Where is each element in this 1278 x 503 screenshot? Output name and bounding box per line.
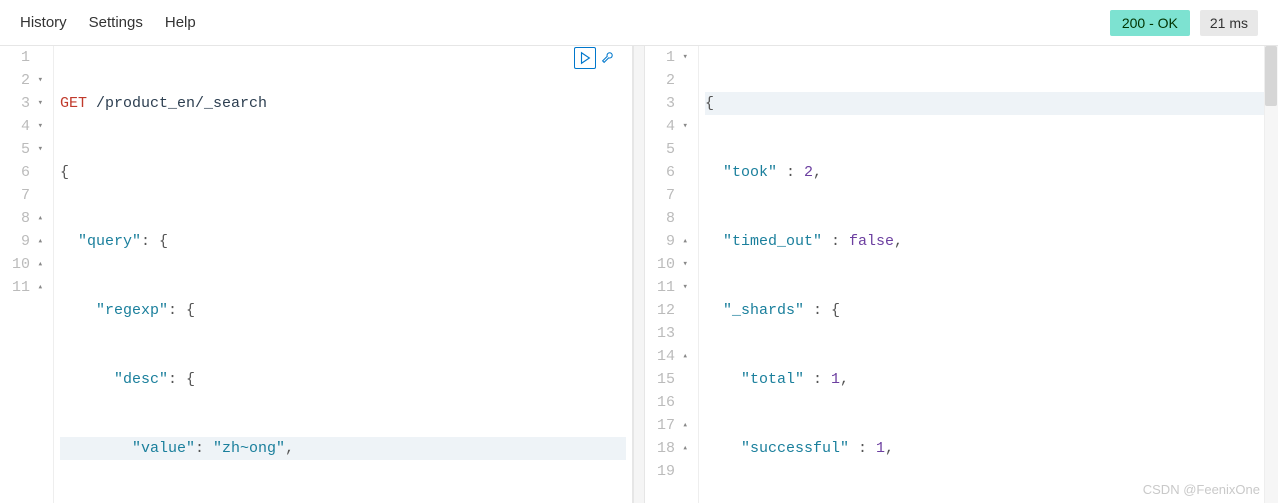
pane-divider[interactable] xyxy=(633,46,645,503)
split-panes: 1 2▾ 3▾ 4▾ 5▾ 6 7 8▴ 9▴ 10▴ 11▴ GET /pro… xyxy=(0,46,1278,503)
editor-actions xyxy=(574,46,618,69)
response-gutter: 1▾ 2 3 4▾ 5 6 7 8 9▴ 10▾ 11▾ 12 13 14▴ 1… xyxy=(645,46,699,503)
main-menu: History Settings Help xyxy=(20,14,196,31)
http-status-badge: 200 - OK xyxy=(1110,10,1190,36)
response-pane: 1▾ 2 3 4▾ 5 6 7 8 9▴ 10▾ 11▾ 12 13 14▴ 1… xyxy=(645,46,1278,503)
run-request-button[interactable] xyxy=(574,47,596,69)
watermark-text: CSDN @FeenixOne xyxy=(1143,482,1260,497)
response-time-badge: 21 ms xyxy=(1200,10,1258,36)
wrench-icon xyxy=(600,51,614,65)
request-pane: 1 2▾ 3▾ 4▾ 5▾ 6 7 8▴ 9▴ 10▴ 11▴ GET /pro… xyxy=(0,46,633,503)
scrollbar-track[interactable] xyxy=(1264,46,1278,503)
request-path: /product_en/_search xyxy=(96,92,267,115)
menu-history[interactable]: History xyxy=(20,14,67,31)
menu-settings[interactable]: Settings xyxy=(89,14,143,31)
request-editor[interactable]: 1 2▾ 3▾ 4▾ 5▾ 6 7 8▴ 9▴ 10▴ 11▴ GET /pro… xyxy=(0,46,632,503)
request-code[interactable]: GET /product_en/_search { "query": { "re… xyxy=(54,46,632,503)
play-icon xyxy=(578,51,592,65)
menu-help[interactable]: Help xyxy=(165,14,196,31)
status-area: 200 - OK 21 ms xyxy=(1110,10,1258,36)
wrench-button[interactable] xyxy=(596,47,618,69)
response-editor[interactable]: 1▾ 2 3 4▾ 5 6 7 8 9▴ 10▾ 11▾ 12 13 14▴ 1… xyxy=(645,46,1278,503)
request-gutter: 1 2▾ 3▾ 4▾ 5▾ 6 7 8▴ 9▴ 10▴ 11▴ xyxy=(0,46,54,503)
top-bar: History Settings Help 200 - OK 21 ms xyxy=(0,0,1278,46)
http-method: GET xyxy=(60,92,87,115)
highlighted-line: "value": "zh~ong", xyxy=(60,437,626,460)
scrollbar-thumb[interactable] xyxy=(1265,46,1277,106)
response-code[interactable]: { "took" : 2, "timed_out" : false, "_sha… xyxy=(699,46,1278,503)
